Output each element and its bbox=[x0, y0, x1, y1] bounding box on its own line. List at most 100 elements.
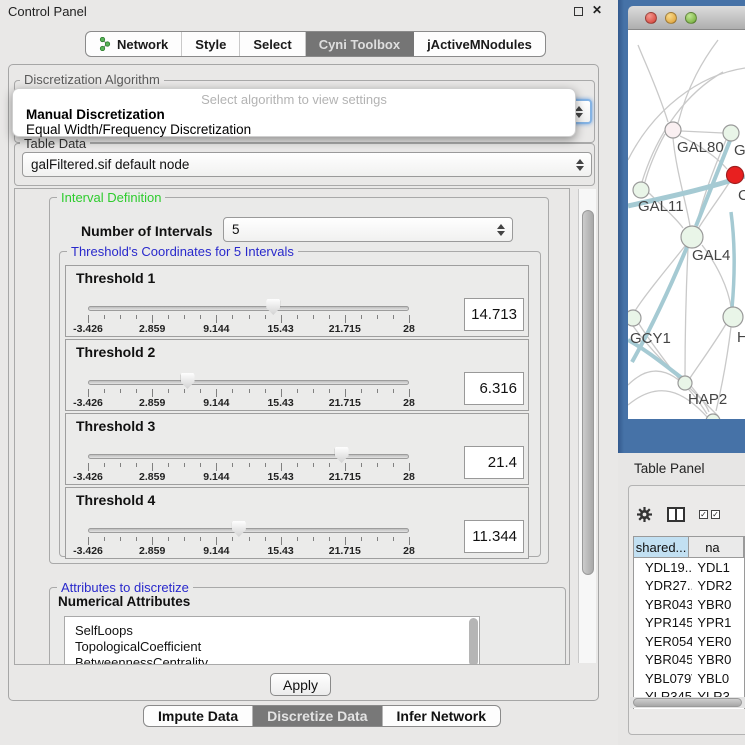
number-of-intervals-combobox[interactable]: 5 bbox=[223, 217, 513, 242]
popup-item-manual-discretization[interactable]: Manual Discretization bbox=[26, 107, 165, 122]
threshold-3-slider-track[interactable] bbox=[88, 454, 409, 459]
threshold-1-value-field[interactable]: 14.713 bbox=[464, 298, 524, 331]
slider-ticks bbox=[88, 389, 409, 397]
table-cell[interactable]: YBL0 bbox=[692, 669, 744, 688]
tick-mark bbox=[216, 315, 217, 323]
table-row[interactable]: YPR145WYPR1 bbox=[634, 614, 744, 633]
column-header-name[interactable]: na bbox=[689, 537, 744, 558]
numerical-attributes-list[interactable]: SelfLoops TopologicalCoefficient Between… bbox=[64, 616, 480, 665]
table-cell[interactable]: YBR0 bbox=[692, 595, 744, 614]
bottom-node[interactable] bbox=[706, 414, 720, 419]
close-traffic-light-icon[interactable] bbox=[645, 12, 657, 24]
network-window-titlebar[interactable] bbox=[628, 6, 745, 30]
threshold-1-slider-thumb[interactable] bbox=[266, 299, 280, 315]
close-icon[interactable]: ✕ bbox=[592, 3, 602, 17]
tick-label: 28 bbox=[403, 397, 415, 409]
table-cell[interactable]: YBR0 bbox=[692, 651, 744, 670]
tick-label: 21.715 bbox=[329, 545, 361, 557]
popup-item-equal-width-frequency[interactable]: Equal Width/Frequency Discretization bbox=[26, 122, 251, 137]
cyni-bottom-tabbar: Impute Data Discretize Data Infer Networ… bbox=[143, 705, 501, 727]
GAL4-node[interactable] bbox=[681, 226, 703, 248]
threshold-2-label: Threshold 2 bbox=[76, 344, 155, 360]
checked-checkbox-icon[interactable]: ✓ bbox=[699, 510, 708, 519]
tab-jactivemnodules[interactable]: jActiveMNodules bbox=[414, 32, 545, 56]
threshold-4-slider-thumb[interactable] bbox=[232, 521, 246, 537]
tick-mark bbox=[265, 389, 266, 393]
column-header-shared-name[interactable]: shared... bbox=[634, 537, 689, 558]
tick-mark bbox=[297, 537, 298, 541]
HAP2-node[interactable] bbox=[678, 376, 692, 390]
table-cell[interactable]: YDR2 bbox=[692, 577, 744, 596]
table-cell[interactable]: YDL19... bbox=[634, 558, 692, 577]
table-panel-title: Table Panel bbox=[634, 461, 705, 476]
tick-mark bbox=[120, 537, 121, 541]
threshold-1-label: Threshold 1 bbox=[76, 270, 155, 286]
list-item[interactable]: TopologicalCoefficient bbox=[65, 638, 479, 654]
table-row[interactable]: YBR045CYBR0 bbox=[634, 651, 744, 670]
top-right-node[interactable] bbox=[723, 125, 739, 141]
threshold-4-value-field[interactable]: 11.344 bbox=[464, 520, 524, 553]
tick-mark bbox=[232, 463, 233, 467]
table-cell[interactable]: YPR1 bbox=[692, 614, 744, 633]
table-row[interactable]: YDR27...YDR2 bbox=[634, 577, 744, 596]
table-row[interactable]: YDL19...YDL1 bbox=[634, 558, 744, 577]
tab-cyni-toolbox[interactable]: Cyni Toolbox bbox=[306, 32, 414, 56]
threshold-3-value-field[interactable]: 21.4 bbox=[464, 446, 524, 479]
GAL11-node[interactable] bbox=[633, 182, 649, 198]
table-row[interactable]: YBR043CYBR0 bbox=[634, 595, 744, 614]
threshold-1-slider-track[interactable] bbox=[88, 306, 409, 311]
table-cell[interactable]: YER054C bbox=[634, 632, 692, 651]
tick-mark bbox=[377, 537, 378, 541]
popup-placeholder-item[interactable]: Select algorithm to view settings bbox=[13, 92, 575, 107]
table-horizontal-scrollbar-thumb[interactable] bbox=[633, 698, 742, 707]
tick-label: 28 bbox=[403, 545, 415, 557]
threshold-2-slider-track[interactable] bbox=[88, 380, 409, 385]
right-node[interactable] bbox=[723, 307, 743, 327]
node-table: shared... na YDL19...YDL1YDR27...YDR2YBR… bbox=[633, 536, 745, 709]
tick-mark bbox=[216, 537, 217, 545]
list-item[interactable]: SelfLoops bbox=[65, 622, 479, 638]
tab-select[interactable]: Select bbox=[240, 32, 305, 56]
tab-discretize-data[interactable]: Discretize Data bbox=[253, 706, 382, 726]
checked-checkbox-icon[interactable]: ✓ bbox=[711, 510, 720, 519]
table-cell[interactable]: YBR045C bbox=[634, 651, 692, 670]
zoom-traffic-light-icon[interactable] bbox=[685, 12, 697, 24]
table-cell[interactable]: YBL079W bbox=[634, 669, 692, 688]
list-scrollbar[interactable] bbox=[469, 618, 478, 665]
table-cell[interactable]: YDL1 bbox=[692, 558, 744, 577]
table-cell[interactable]: YDR27... bbox=[634, 577, 692, 596]
split-columns-icon[interactable] bbox=[667, 507, 685, 522]
list-item[interactable]: BetweennessCentrality bbox=[65, 654, 479, 665]
GCY1-node[interactable] bbox=[628, 310, 641, 326]
threshold-2-slider-thumb[interactable] bbox=[181, 373, 195, 389]
threshold-4-slider-track[interactable] bbox=[88, 528, 409, 533]
float-window-icon[interactable] bbox=[574, 7, 583, 16]
tick-label: 21.715 bbox=[329, 323, 361, 335]
threshold-2-value-field[interactable]: 6.316 bbox=[464, 372, 524, 405]
tab-impute-data[interactable]: Impute Data bbox=[144, 706, 253, 726]
minimize-traffic-light-icon[interactable] bbox=[665, 12, 677, 24]
table-cell[interactable]: YER0 bbox=[692, 632, 744, 651]
settings-scrollbar-thumb[interactable] bbox=[582, 210, 594, 575]
table-horizontal-scrollbar[interactable] bbox=[630, 697, 745, 708]
gear-icon[interactable] bbox=[636, 506, 653, 523]
control-panel-title: Control Panel bbox=[8, 4, 87, 19]
threshold-3-slider-thumb[interactable] bbox=[335, 447, 349, 463]
table-row[interactable]: YBL079WYBL0 bbox=[634, 669, 744, 688]
tab-network[interactable]: Network bbox=[86, 32, 182, 56]
apply-button[interactable]: Apply bbox=[270, 673, 331, 696]
table-cell[interactable]: YPR145W bbox=[634, 614, 692, 633]
tick-mark bbox=[104, 463, 105, 467]
node-label: GA bbox=[734, 142, 745, 159]
tab-style[interactable]: Style bbox=[182, 32, 240, 56]
table-data-combobox[interactable]: galFiltered.sif default node bbox=[22, 152, 592, 177]
slider-ticks bbox=[88, 463, 409, 471]
tab-infer-network[interactable]: Infer Network bbox=[383, 706, 500, 726]
table-row[interactable]: YER054CYER0 bbox=[634, 632, 744, 651]
red-node[interactable] bbox=[727, 167, 744, 184]
network-view-canvas[interactable]: GAL80GACGAL11GAL4GCY1HHAP2 bbox=[628, 30, 745, 419]
GAL80-node[interactable] bbox=[665, 122, 681, 138]
settings-scrollbar[interactable] bbox=[578, 189, 596, 663]
algorithm-dropdown-popup: Select algorithm to view settings Manual… bbox=[12, 88, 576, 137]
table-cell[interactable]: YBR043C bbox=[634, 595, 692, 614]
